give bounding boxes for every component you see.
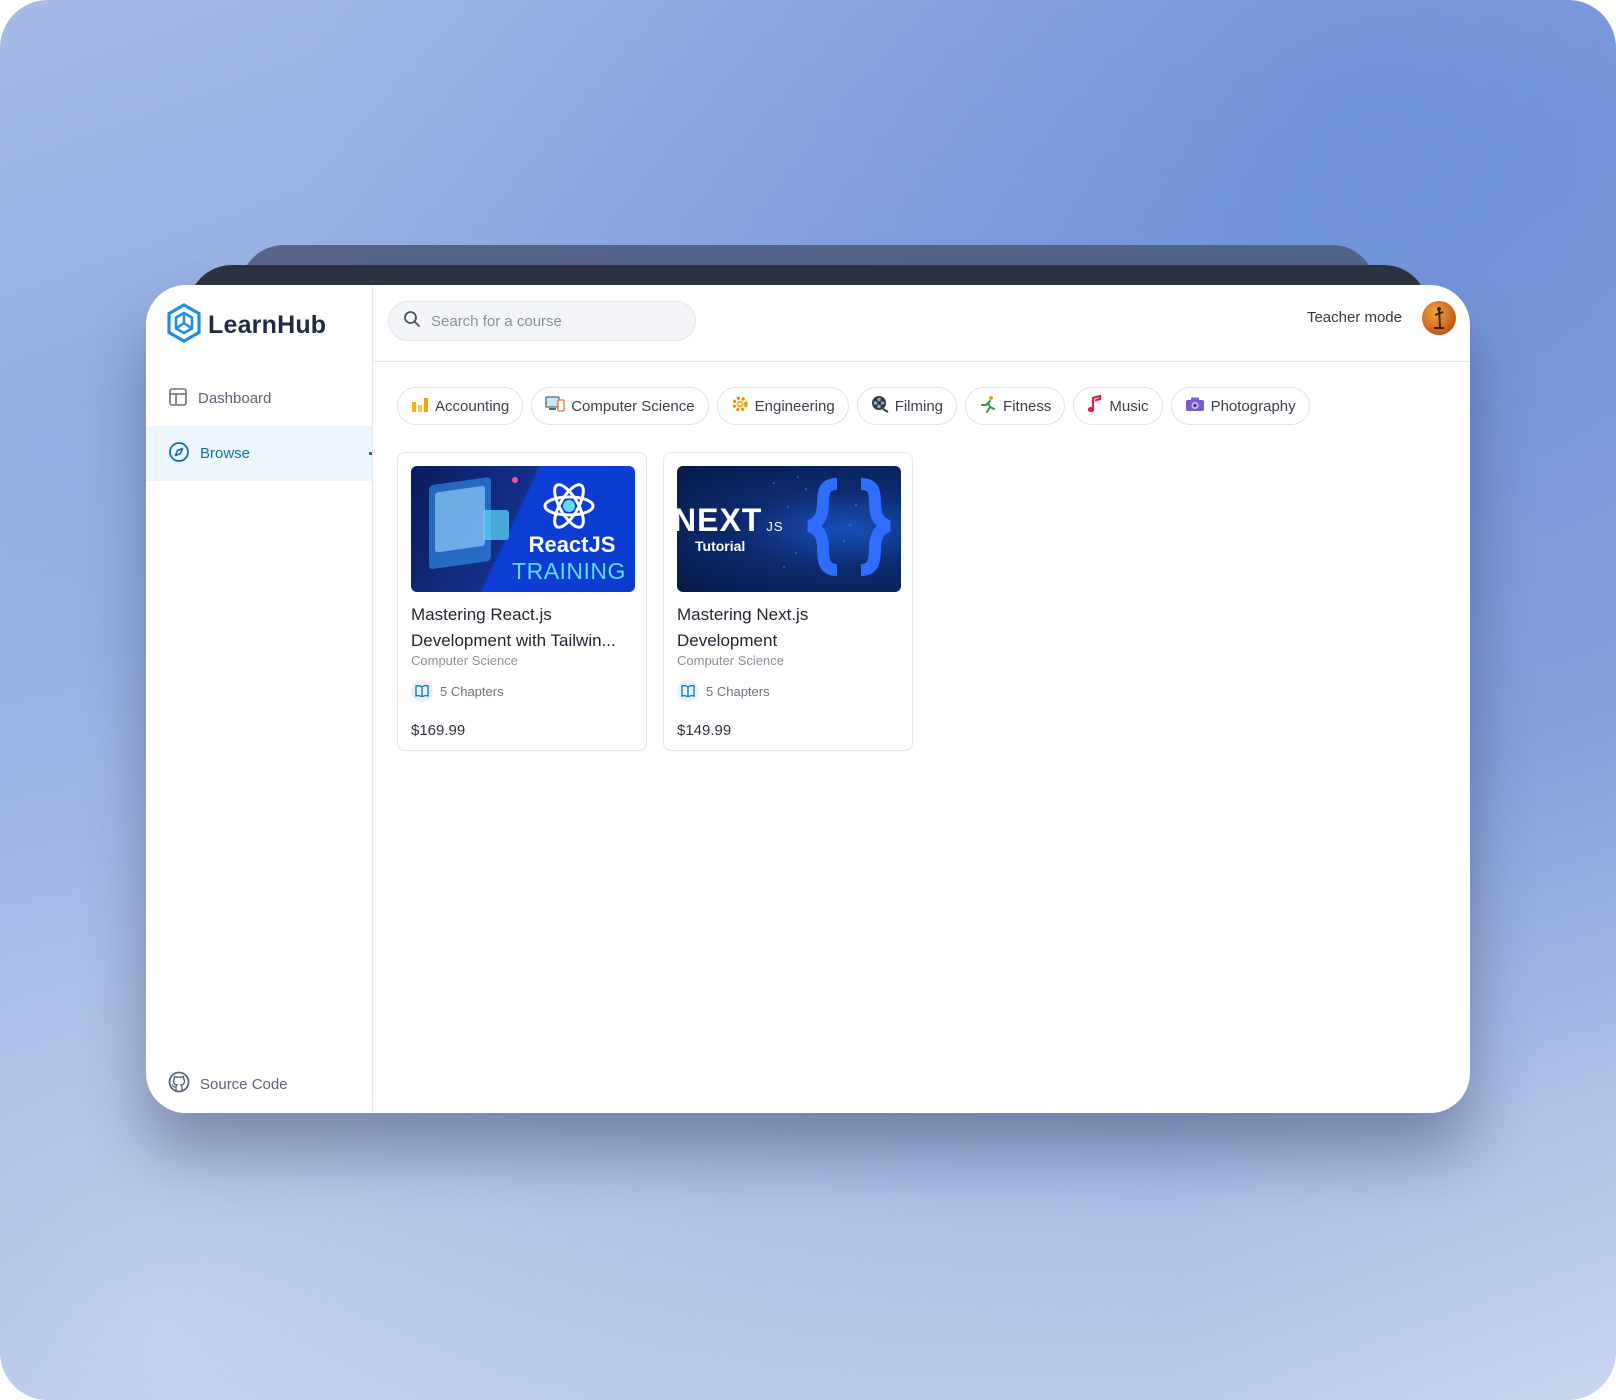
course-card[interactable]: ReactJS TRAINING Mastering React.js Deve… bbox=[397, 452, 647, 751]
category-chip-fitness[interactable]: Fitness bbox=[965, 387, 1066, 425]
runner-icon bbox=[979, 395, 997, 417]
sidebar-item-label: Browse bbox=[200, 445, 251, 462]
compass-icon bbox=[168, 441, 190, 467]
category-chip-label: Filming bbox=[894, 397, 944, 415]
film-reel-icon bbox=[871, 395, 889, 417]
book-open-icon bbox=[677, 680, 699, 702]
category-chip-photography[interactable]: Photography bbox=[1170, 387, 1310, 425]
thumbnail-subtitle: TRAINING bbox=[512, 558, 626, 584]
course-price: $149.99 bbox=[677, 722, 732, 739]
course-thumbnail: ReactJS TRAINING bbox=[411, 466, 635, 592]
sidebar-item-dashboard[interactable]: Dashboard bbox=[146, 371, 372, 426]
search-box[interactable] bbox=[388, 301, 696, 341]
category-chip-filming[interactable]: Filming bbox=[856, 387, 958, 425]
category-chip-music[interactable]: Music bbox=[1073, 387, 1163, 425]
thumbnail-title: ReactJS bbox=[528, 532, 616, 557]
course-title: Mastering Next.js Development bbox=[677, 605, 809, 650]
logo[interactable]: LearnHub bbox=[166, 303, 326, 348]
course-category: Computer Science bbox=[411, 653, 518, 668]
course-category: Computer Science bbox=[677, 653, 784, 668]
course-price: $169.99 bbox=[411, 722, 466, 739]
source-code-link[interactable]: Source Code bbox=[168, 1071, 288, 1097]
computer-icon bbox=[545, 396, 565, 416]
category-chip-label: Music bbox=[1109, 397, 1149, 415]
category-chip-computer-science[interactable]: Computer Science bbox=[531, 387, 709, 425]
course-card[interactable]: NEXT JS Tutorial Mastering Next.js Develo… bbox=[663, 452, 913, 751]
category-chip-label: Photography bbox=[1210, 397, 1296, 415]
avatar[interactable] bbox=[1422, 301, 1456, 335]
category-chip-accounting[interactable]: Accounting bbox=[397, 387, 524, 425]
course-chapters: 5 Chapters bbox=[677, 680, 899, 702]
course-title: Mastering React.js Development with Tail… bbox=[411, 605, 616, 650]
chapters-count: 5 Chapters bbox=[706, 683, 770, 699]
music-note-icon bbox=[1087, 394, 1103, 417]
thumbnail-title-sub: JS bbox=[766, 519, 784, 534]
top-bar: Teacher mode bbox=[372, 285, 1470, 362]
layout-icon bbox=[168, 387, 188, 411]
hexagon-logo-icon bbox=[166, 303, 202, 348]
course-chapters: 5 Chapters bbox=[411, 680, 633, 702]
category-chip-label: Fitness bbox=[1003, 397, 1052, 415]
category-chip-label: Computer Science bbox=[571, 397, 695, 415]
search-input[interactable] bbox=[429, 311, 673, 331]
bar-chart-icon bbox=[411, 396, 429, 416]
category-chip-label: Accounting bbox=[435, 397, 510, 415]
thumbnail-subtitle: Tutorial bbox=[695, 538, 746, 554]
logo-text: LearnHub bbox=[208, 311, 327, 339]
book-open-icon bbox=[411, 680, 433, 702]
sidebar-item-label: Dashboard bbox=[198, 390, 272, 407]
gear-icon bbox=[731, 395, 749, 417]
app-window: LearnHub Dashboard Browse Source Code Se… bbox=[146, 285, 1470, 1113]
category-chip-engineering[interactable]: Engineering bbox=[716, 387, 849, 425]
camera-icon bbox=[1185, 396, 1205, 416]
teacher-mode-button[interactable]: Teacher mode bbox=[1307, 309, 1402, 326]
thumbnail-title: NEXT JS bbox=[677, 502, 784, 539]
thumbnail-title-text: NEXT bbox=[677, 502, 763, 538]
course-list: ReactJS TRAINING Mastering React.js Deve… bbox=[397, 452, 913, 751]
category-filter-list: Accounting Computer Science Engineering … bbox=[397, 387, 1310, 425]
sidebar-item-browse[interactable]: Browse bbox=[146, 426, 372, 481]
github-icon bbox=[168, 1071, 190, 1097]
search-icon bbox=[403, 310, 421, 333]
chapters-count: 5 Chapters bbox=[440, 683, 504, 699]
course-thumbnail: NEXT JS Tutorial bbox=[677, 466, 901, 592]
source-code-label: Source Code bbox=[200, 1075, 288, 1093]
category-chip-label: Engineering bbox=[754, 397, 835, 415]
sidebar: LearnHub Dashboard Browse Source Code bbox=[146, 285, 373, 1113]
